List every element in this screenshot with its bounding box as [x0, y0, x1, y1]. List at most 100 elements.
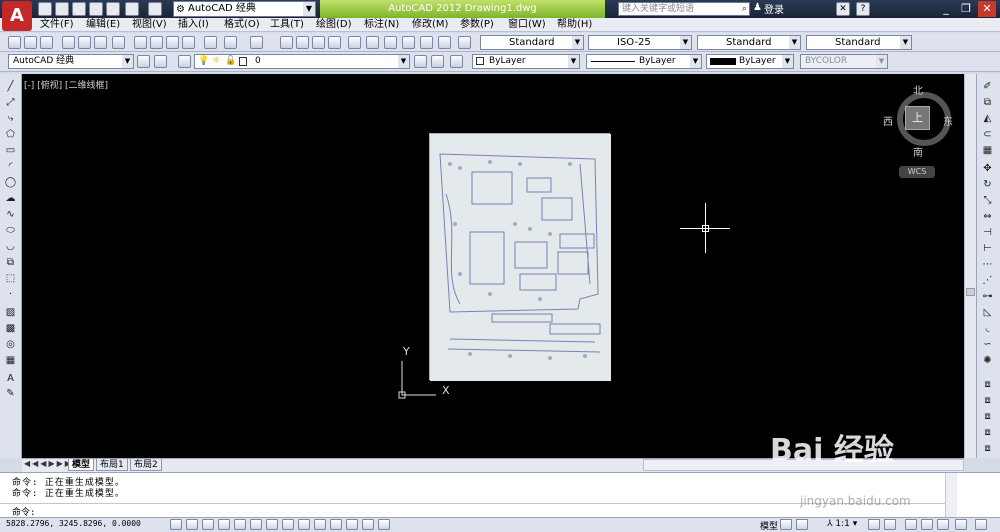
- save-icon[interactable]: [40, 36, 53, 49]
- hatch-icon[interactable]: ▨: [4, 306, 17, 319]
- publish-icon[interactable]: [94, 36, 107, 49]
- workspace-select[interactable]: ⚙ AutoCAD 经典 ▼: [173, 1, 316, 17]
- quick-view-drawings-icon[interactable]: [796, 519, 808, 530]
- properties-icon[interactable]: [348, 36, 361, 49]
- redo-icon[interactable]: [250, 36, 263, 49]
- menu-modify[interactable]: 修改(M): [412, 19, 448, 31]
- stretch-icon[interactable]: ⇔: [981, 210, 994, 223]
- move-icon[interactable]: ✥: [981, 162, 994, 175]
- polygon-icon[interactable]: ⬠: [4, 128, 17, 141]
- add-selected-icon[interactable]: ✎: [4, 387, 17, 400]
- model-space-button[interactable]: 模型: [760, 519, 778, 532]
- annotation-visibility-icon[interactable]: [868, 519, 880, 530]
- redo-icon[interactable]: [148, 2, 162, 16]
- zoom-window-icon[interactable]: [312, 36, 325, 49]
- undo-icon[interactable]: [125, 2, 139, 16]
- viewcube-east[interactable]: 东: [943, 113, 953, 128]
- dim-style-select[interactable]: ISO-25 ▼: [588, 35, 692, 50]
- new-file-icon[interactable]: [38, 2, 52, 16]
- copy-object-icon[interactable]: ⧉: [981, 96, 994, 109]
- infer-constraints-icon[interactable]: [170, 519, 182, 530]
- linetype-select[interactable]: ByLayer ▼: [586, 54, 702, 69]
- help-icon[interactable]: [458, 36, 471, 49]
- qnew-icon[interactable]: [8, 36, 21, 49]
- chevron-down-icon[interactable]: ▼: [680, 36, 691, 49]
- rectangle-icon[interactable]: ▭: [4, 144, 17, 157]
- save-workspace-icon[interactable]: [154, 55, 167, 68]
- insert-block-icon[interactable]: ⧉: [4, 256, 17, 269]
- isolate-objects-icon[interactable]: [955, 519, 967, 530]
- copy-icon[interactable]: [150, 36, 163, 49]
- tab-model[interactable]: 模型: [68, 459, 95, 471]
- menu-window[interactable]: 窗口(W): [508, 19, 546, 31]
- viewcube-west[interactable]: 西: [883, 113, 893, 128]
- send-to-back-icon[interactable]: ⧈: [981, 410, 994, 423]
- layer-properties-icon[interactable]: [178, 55, 191, 68]
- chevron-down-icon[interactable]: ▼: [876, 55, 887, 68]
- scroll-thumb[interactable]: [966, 288, 975, 296]
- ellipse-arc-icon[interactable]: ◡: [4, 240, 17, 253]
- chevron-down-icon[interactable]: ▼: [789, 36, 800, 49]
- viewport-controls[interactable]: [-] [俯视] [二维线框]: [24, 78, 108, 91]
- gradient-icon[interactable]: ▩: [4, 322, 17, 335]
- wcs-menu-button[interactable]: WCS: [899, 166, 935, 178]
- make-block-icon[interactable]: ⬚: [4, 272, 17, 285]
- extend-icon[interactable]: ⊢: [981, 242, 994, 255]
- menu-format[interactable]: 格式(O): [224, 19, 260, 31]
- bring-to-front-icon[interactable]: ⧈: [981, 394, 994, 407]
- menu-view[interactable]: 视图(V): [132, 19, 167, 31]
- multileader-style-select[interactable]: Standard ▼: [806, 35, 912, 50]
- circle-icon[interactable]: ◯: [4, 176, 17, 189]
- 3d-dwf-icon[interactable]: [112, 36, 125, 49]
- undo-icon[interactable]: [224, 36, 237, 49]
- viewcube-south[interactable]: 南: [913, 144, 923, 159]
- cut-icon[interactable]: [134, 36, 147, 49]
- menu-insert[interactable]: 插入(I): [178, 19, 209, 31]
- revision-cloud-icon[interactable]: ☁: [4, 192, 17, 205]
- trim-icon[interactable]: ⊣: [981, 226, 994, 239]
- workspace-switching-icon[interactable]: [905, 519, 917, 530]
- design-center-icon[interactable]: [366, 36, 379, 49]
- point-icon[interactable]: ·: [4, 288, 17, 301]
- draw-order-icon[interactable]: ⧈: [981, 378, 994, 391]
- layer-select[interactable]: 💡 ☼ 🔓 0 ▼: [194, 54, 410, 69]
- help-search-input[interactable]: 键入关键字或短语 ⌕: [618, 2, 750, 16]
- bring-above-icon[interactable]: ⧈: [981, 426, 994, 439]
- binoculars-icon[interactable]: ♟: [753, 2, 762, 13]
- autocad-logo-icon[interactable]: A: [2, 1, 32, 31]
- chevron-down-icon[interactable]: ▼: [782, 55, 793, 68]
- chevron-down-icon[interactable]: ▼: [572, 36, 583, 49]
- lineweight-toggle-icon[interactable]: [330, 519, 342, 530]
- region-icon[interactable]: ◎: [4, 338, 17, 351]
- save-as-icon[interactable]: [89, 2, 103, 16]
- blend-curves-icon[interactable]: ∽: [981, 338, 994, 351]
- erase-icon[interactable]: ✐: [981, 80, 994, 93]
- open-icon[interactable]: [24, 36, 37, 49]
- auto-scale-icon[interactable]: [884, 519, 896, 530]
- menu-tools[interactable]: 工具(T): [270, 19, 304, 31]
- tool-palettes-icon[interactable]: [384, 36, 397, 49]
- text-style-select[interactable]: Standard ▼: [480, 35, 584, 50]
- line-icon[interactable]: ╱: [4, 80, 17, 93]
- scale-icon[interactable]: ⤡: [981, 194, 994, 207]
- search-icon[interactable]: ⌕: [742, 3, 747, 15]
- selection-cycling-icon[interactable]: [378, 519, 390, 530]
- save-icon[interactable]: [72, 2, 86, 16]
- menu-help[interactable]: 帮助(H): [557, 19, 592, 31]
- hardware-acceleration-icon[interactable]: [937, 519, 949, 530]
- chevron-down-icon[interactable]: ▼: [122, 55, 133, 68]
- chevron-down-icon[interactable]: ▼: [900, 36, 911, 49]
- markup-icon[interactable]: [420, 36, 433, 49]
- maximize-button[interactable]: ❐: [957, 1, 975, 17]
- multiline-text-icon[interactable]: A: [4, 372, 17, 385]
- workspace-toolbar-select[interactable]: AutoCAD 经典 ▼: [8, 54, 134, 69]
- plot-preview-icon[interactable]: [78, 36, 91, 49]
- print-icon[interactable]: [106, 2, 120, 16]
- exchange-icon[interactable]: ✕: [836, 2, 850, 16]
- ortho-mode-icon[interactable]: [218, 519, 230, 530]
- chamfer-icon[interactable]: ◺: [981, 306, 994, 319]
- menu-file[interactable]: 文件(F): [40, 19, 74, 31]
- minimize-button[interactable]: _: [937, 1, 955, 17]
- match-properties-icon[interactable]: [182, 36, 195, 49]
- quick-view-layouts-icon[interactable]: [780, 519, 792, 530]
